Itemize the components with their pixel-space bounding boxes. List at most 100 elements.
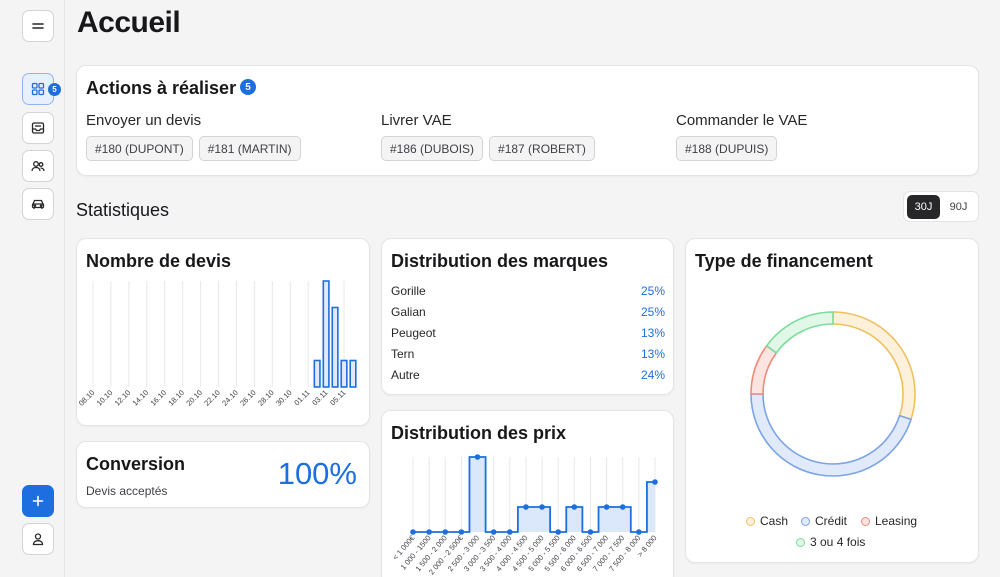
price-point — [539, 504, 545, 510]
actions-count-badge: 5 — [240, 79, 257, 96]
price-point — [442, 529, 449, 535]
x-tick-label: 30.10 — [274, 388, 294, 408]
price-point — [490, 529, 497, 535]
x-tick-label: 22.10 — [202, 388, 222, 408]
x-tick-label: 14.10 — [131, 388, 151, 408]
dashboard-icon — [31, 82, 45, 96]
x-tick-label: 05.11 — [328, 388, 347, 407]
price-point — [555, 529, 561, 535]
x-tick-label: 12.10 — [113, 388, 133, 408]
prices-card: Distribution des prix < 1 000€ 1 000 - 15… — [381, 410, 674, 577]
group-label-commander: Commander le VAE — [676, 112, 808, 129]
donut-slice — [750, 393, 912, 477]
devis-title: Nombre de devis — [86, 251, 232, 271]
price-point — [636, 529, 642, 535]
bar — [349, 359, 357, 388]
stats-title: Statistiques — [76, 200, 170, 220]
legend-dot — [746, 516, 755, 526]
brand-row: Gorille 25% — [391, 284, 665, 298]
nav-vehicles[interactable] — [22, 188, 54, 220]
brand-row: Peugeot 13% — [391, 326, 665, 340]
legend-3ou4: 3 ou 4 fois — [796, 535, 865, 549]
x-tick-label: 20.10 — [184, 388, 204, 408]
legend-label: Crédit — [815, 514, 848, 528]
chips-livrer: #186 (DUBOIS) #187 (ROBERT) — [381, 136, 595, 161]
price-point — [410, 529, 416, 535]
price-point — [523, 504, 529, 510]
group-label-livrer: Livrer VAE — [381, 112, 452, 129]
donut-slice — [750, 344, 778, 395]
conversion-subtitle: Devis acceptés — [86, 484, 168, 498]
conversion-value: 100% — [277, 456, 357, 491]
conversion-title: Conversion — [86, 454, 186, 474]
x-tick-label: 08.10 — [77, 388, 96, 408]
brand-name: Tern — [391, 347, 415, 361]
nav-inbox[interactable] — [22, 112, 54, 144]
financing-card: Type de financement Cash Crédit Leasing … — [685, 238, 979, 563]
x-tick-label: 24.10 — [220, 388, 240, 408]
plus-icon — [32, 495, 44, 507]
x-tick-label: 18.10 — [166, 388, 186, 408]
x-tick-label: 26.10 — [238, 388, 258, 408]
chips-devis: #180 (DUPONT) #181 (MARTIN) — [86, 136, 301, 161]
action-chip[interactable]: #180 (DUPONT) — [86, 136, 193, 161]
nav-badge: 5 — [48, 83, 61, 96]
price-point — [458, 529, 465, 535]
sidebar: 5 — [0, 0, 65, 577]
x-tick-label: 01.11 — [292, 388, 311, 407]
price-point — [571, 504, 578, 510]
bar — [331, 306, 339, 388]
action-chip[interactable]: #181 (MARTIN) — [198, 136, 301, 161]
financing-chart — [750, 311, 916, 477]
users-icon — [31, 161, 45, 172]
brand-row: Galian 25% — [391, 305, 665, 319]
x-tick-label: 03.11 — [310, 388, 329, 407]
add-button[interactable] — [22, 485, 54, 517]
menu-button[interactable] — [22, 10, 54, 42]
brand-name: Autre — [391, 368, 420, 382]
range-30j-button[interactable]: 30J — [907, 194, 940, 219]
brand-pct: 25% — [640, 305, 665, 319]
bar — [313, 359, 321, 388]
brands-title: Distribution des marques — [391, 251, 609, 271]
brand-pct: 13% — [640, 347, 665, 361]
menu-icon — [32, 23, 44, 29]
action-chip[interactable]: #186 (DUBOIS) — [381, 136, 484, 161]
range-90j-button[interactable]: 90J — [942, 195, 975, 219]
action-chip[interactable]: #187 (ROBERT) — [489, 136, 595, 161]
price-point — [426, 529, 432, 535]
prices-title: Distribution des prix — [391, 423, 567, 443]
donut-slice — [832, 311, 916, 421]
devis-card: Nombre de devis 08.10 10.10 12.10 14.10 16.1… — [76, 238, 370, 426]
legend-credit: Crédit — [801, 514, 847, 528]
brand-pct: 24% — [640, 368, 665, 382]
brand-name: Galian — [391, 305, 426, 319]
brand-pct: 13% — [640, 326, 665, 340]
brand-row: Autre 24% — [391, 368, 665, 382]
x-tick-label: 10.10 — [95, 388, 115, 408]
legend-label: Leasing — [875, 514, 918, 528]
conversion-card: Conversion 100% Devis acceptés — [76, 441, 370, 508]
legend-label: Cash — [760, 514, 789, 528]
x-tick-label: 28.10 — [256, 388, 276, 408]
brand-name: Gorille — [391, 284, 426, 298]
legend-label: 3 ou 4 fois — [810, 535, 866, 549]
price-point — [587, 529, 594, 535]
price-point — [603, 504, 610, 510]
main-content: Accueil Actions à réaliser 5 Envoyer un d… — [65, 0, 1000, 577]
price-point — [652, 479, 658, 485]
actions-card: Actions à réaliser 5 Envoyer un devis #18… — [76, 65, 979, 176]
price-area — [413, 457, 655, 532]
page-title: Accueil — [77, 6, 181, 39]
donut-slice — [765, 311, 834, 354]
range-toggle: 30J 90J — [903, 191, 979, 222]
devis-chart: 08.1010.1012.1014.1016.1018.1020.1022.10… — [77, 280, 357, 408]
action-chip[interactable]: #188 (DUPUIS) — [676, 136, 778, 161]
inbox-icon — [31, 122, 45, 134]
bar — [340, 359, 348, 388]
brand-name: Peugeot — [391, 326, 436, 340]
user-button[interactable] — [22, 523, 54, 555]
actions-title-text: Actions à réaliser — [86, 78, 237, 98]
nav-users[interactable] — [22, 150, 54, 182]
price-point — [619, 504, 626, 510]
